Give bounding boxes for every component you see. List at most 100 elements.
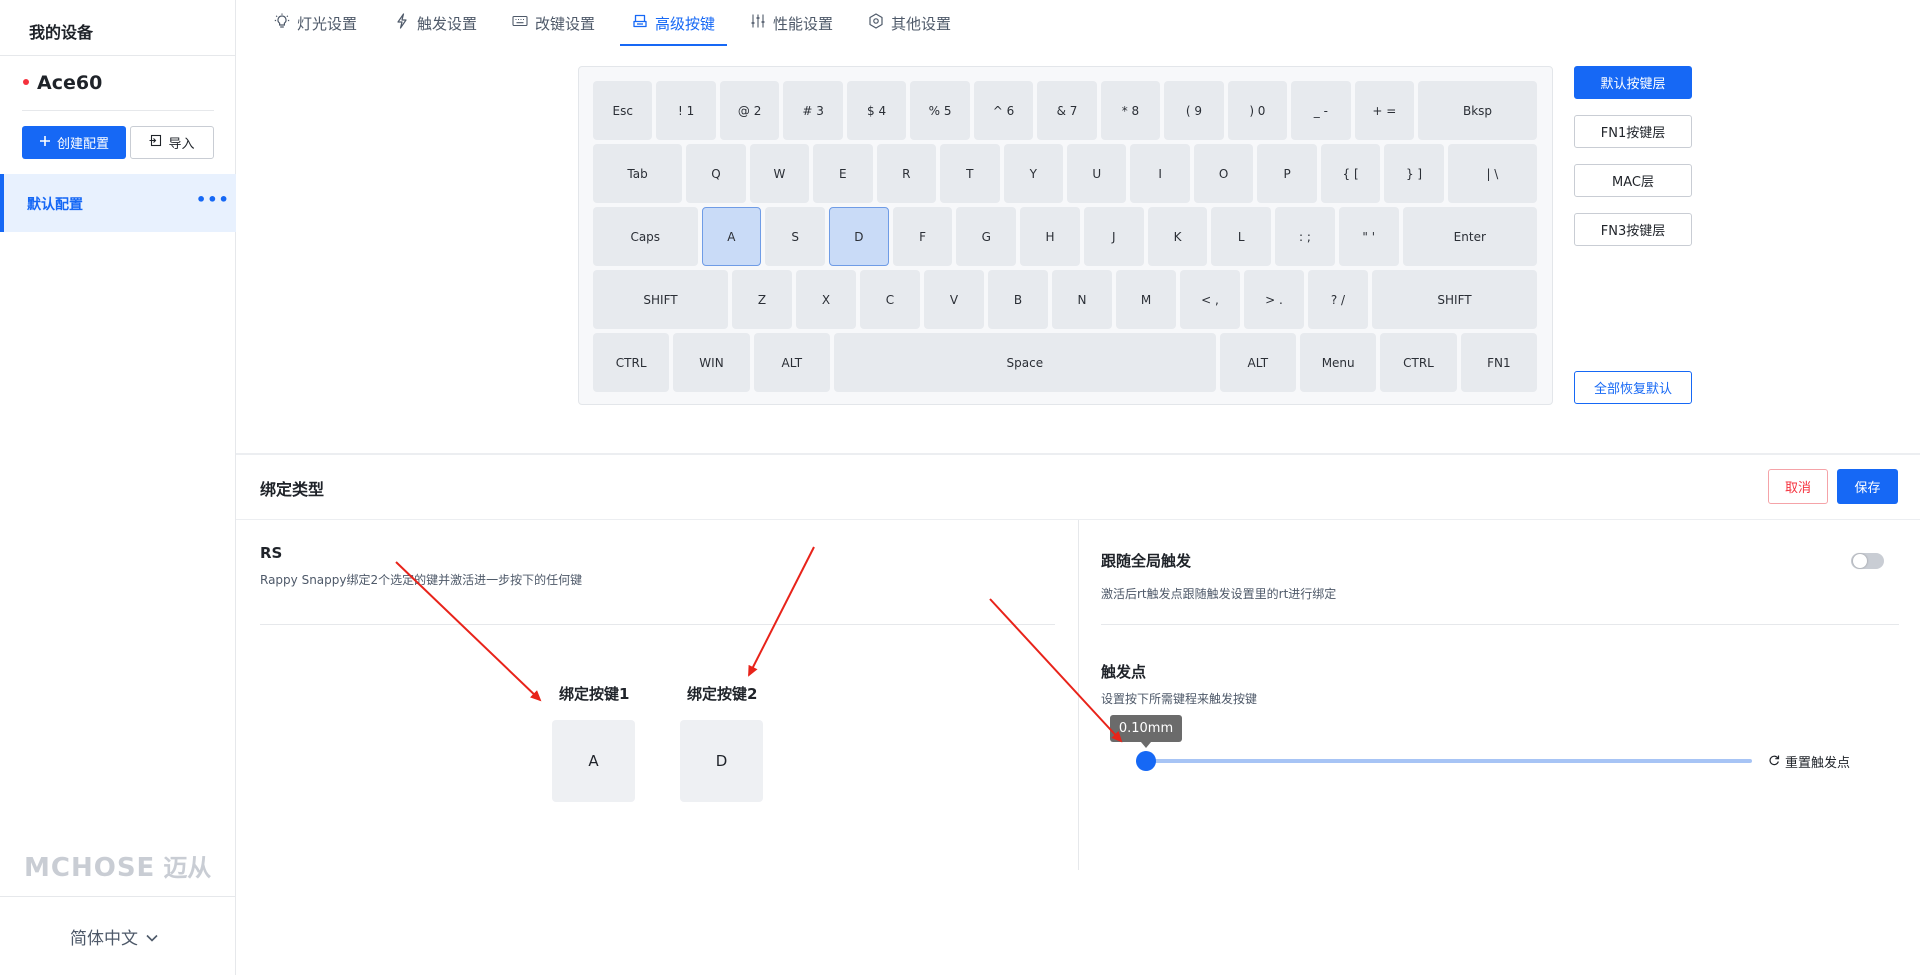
bind-key1-slot[interactable]: A xyxy=(552,720,635,802)
key-tab[interactable]: Tab xyxy=(593,144,683,203)
key-w[interactable]: W xyxy=(749,144,810,203)
key-v[interactable]: V xyxy=(924,270,984,329)
brand-logo: MCHOSE 迈从 xyxy=(24,848,211,883)
key-win[interactable]: WIN xyxy=(673,333,750,392)
key-bksp[interactable]: Bksp xyxy=(1418,81,1537,140)
key-menu[interactable]: Menu xyxy=(1300,333,1377,392)
key-k[interactable]: K xyxy=(1147,207,1208,266)
language-select[interactable]: 简体中文 xyxy=(70,924,158,949)
key-l[interactable]: L xyxy=(1211,207,1272,266)
key-x[interactable]: X xyxy=(796,270,856,329)
key-symbol[interactable]: < , xyxy=(1180,270,1240,329)
tab-advanced-keys[interactable]: 高级按键 xyxy=(619,0,728,46)
key-c[interactable]: C xyxy=(860,270,920,329)
key-6[interactable]: ^ 6 xyxy=(973,81,1034,140)
key-alt[interactable]: ALT xyxy=(753,333,830,392)
key-space[interactable]: Space xyxy=(834,333,1216,392)
key-esc[interactable]: Esc xyxy=(593,81,653,140)
key-o[interactable]: O xyxy=(1193,144,1254,203)
layer-fn1-button[interactable]: FN1按键层 xyxy=(1574,115,1692,148)
more-icon[interactable]: ••• xyxy=(196,190,230,209)
key-ctrl[interactable]: CTRL xyxy=(1380,333,1457,392)
key-symbol[interactable]: : ; xyxy=(1275,207,1335,266)
key-1[interactable]: ! 1 xyxy=(656,81,716,140)
key-q[interactable]: Q xyxy=(686,144,746,203)
divider xyxy=(1078,520,1079,870)
key-t[interactable]: T xyxy=(940,144,1000,203)
key-symbol[interactable]: } ] xyxy=(1384,144,1444,203)
cancel-button[interactable]: 取消 xyxy=(1768,469,1828,504)
key-n[interactable]: N xyxy=(1052,270,1112,329)
key-alt[interactable]: ALT xyxy=(1219,333,1296,392)
bind-key2-slot[interactable]: D xyxy=(680,720,763,802)
tab-label: 触发设置 xyxy=(417,14,478,33)
profile-item-default[interactable]: 默认配置 ••• xyxy=(0,174,236,232)
key-a[interactable]: A xyxy=(701,207,762,266)
key-h[interactable]: H xyxy=(1020,207,1080,266)
key-m[interactable]: M xyxy=(1116,270,1176,329)
key-0[interactable]: ) 0 xyxy=(1227,81,1288,140)
layer-mac-button[interactable]: MAC层 xyxy=(1574,164,1692,197)
device-status-dot xyxy=(23,79,29,85)
key-b[interactable]: B xyxy=(988,270,1048,329)
key-fn1[interactable]: FN1 xyxy=(1460,333,1537,392)
key-r[interactable]: R xyxy=(876,144,937,203)
tab-performance[interactable]: 性能设置 xyxy=(750,0,833,46)
key-g[interactable]: G xyxy=(956,207,1017,266)
chevron-down-icon xyxy=(146,927,158,947)
rs-description: Rappy Snappy绑定2个选定的键并激活进一步按下的任何键 xyxy=(260,573,583,587)
layer-default-button[interactable]: 默认按键层 xyxy=(1574,66,1692,99)
key-y[interactable]: Y xyxy=(1003,144,1063,203)
key-e[interactable]: E xyxy=(813,144,873,203)
key-5[interactable]: % 5 xyxy=(910,81,970,140)
key-z[interactable]: Z xyxy=(732,270,792,329)
divider xyxy=(0,896,236,897)
key-3[interactable]: # 3 xyxy=(783,81,843,140)
key-caps[interactable]: Caps xyxy=(593,207,698,266)
key-symbol[interactable]: + = xyxy=(1354,81,1415,140)
sidebar: 我的设备 Ace60 创建配置 导入 默认配置 ••• MCHOSE 迈从 简体… xyxy=(0,0,236,975)
key-4[interactable]: $ 4 xyxy=(846,81,907,140)
import-icon xyxy=(149,134,162,151)
key-enter[interactable]: Enter xyxy=(1402,207,1537,266)
divider xyxy=(1101,624,1899,625)
slider-handle[interactable] xyxy=(1136,751,1156,771)
tab-other[interactable]: 其他设置 xyxy=(868,0,951,46)
follow-global-trigger-description: 激活后rt触发点跟随触发设置里的rt进行绑定 xyxy=(1101,587,1337,601)
create-profile-button[interactable]: 创建配置 xyxy=(22,126,126,159)
key-symbol[interactable]: > . xyxy=(1244,270,1304,329)
key-p[interactable]: P xyxy=(1257,144,1317,203)
key-u[interactable]: U xyxy=(1067,144,1127,203)
key-9[interactable]: ( 9 xyxy=(1164,81,1224,140)
key-symbol[interactable]: | \ xyxy=(1447,144,1537,203)
restore-all-defaults-button[interactable]: 全部恢复默认 xyxy=(1574,371,1692,404)
binding-type-title: 绑定类型 xyxy=(260,480,325,499)
key-shift[interactable]: SHIFT xyxy=(1372,270,1537,329)
import-button[interactable]: 导入 xyxy=(130,126,214,159)
key-j[interactable]: J xyxy=(1083,207,1144,266)
tab-lighting[interactable]: 灯光设置 xyxy=(274,0,357,46)
key-7[interactable]: & 7 xyxy=(1037,81,1097,140)
device-name[interactable]: Ace60 xyxy=(37,72,102,94)
tab-trigger[interactable]: 触发设置 xyxy=(394,0,477,46)
save-button[interactable]: 保存 xyxy=(1837,469,1898,504)
tab-label: 改键设置 xyxy=(535,14,596,33)
key-ctrl[interactable]: CTRL xyxy=(593,333,670,392)
reset-trigger-button[interactable]: 重置触发点 xyxy=(1768,752,1850,771)
key-i[interactable]: I xyxy=(1130,144,1190,203)
key-symbol[interactable]: { [ xyxy=(1320,144,1381,203)
plus-icon xyxy=(39,135,51,151)
layer-fn3-button[interactable]: FN3按键层 xyxy=(1574,213,1692,246)
trigger-point-slider[interactable] xyxy=(1146,759,1752,763)
follow-global-trigger-toggle[interactable] xyxy=(1851,553,1884,569)
key-symbol[interactable]: ? / xyxy=(1308,270,1368,329)
key-8[interactable]: * 8 xyxy=(1100,81,1161,140)
key-symbol[interactable]: _ - xyxy=(1291,81,1351,140)
key-s[interactable]: S xyxy=(765,207,825,266)
key-2[interactable]: @ 2 xyxy=(719,81,780,140)
key-f[interactable]: F xyxy=(892,207,953,266)
key-shift[interactable]: SHIFT xyxy=(593,270,728,329)
tab-remap[interactable]: 改键设置 xyxy=(512,0,595,46)
key-d[interactable]: D xyxy=(829,207,889,266)
key-symbol[interactable]: " ' xyxy=(1338,207,1399,266)
